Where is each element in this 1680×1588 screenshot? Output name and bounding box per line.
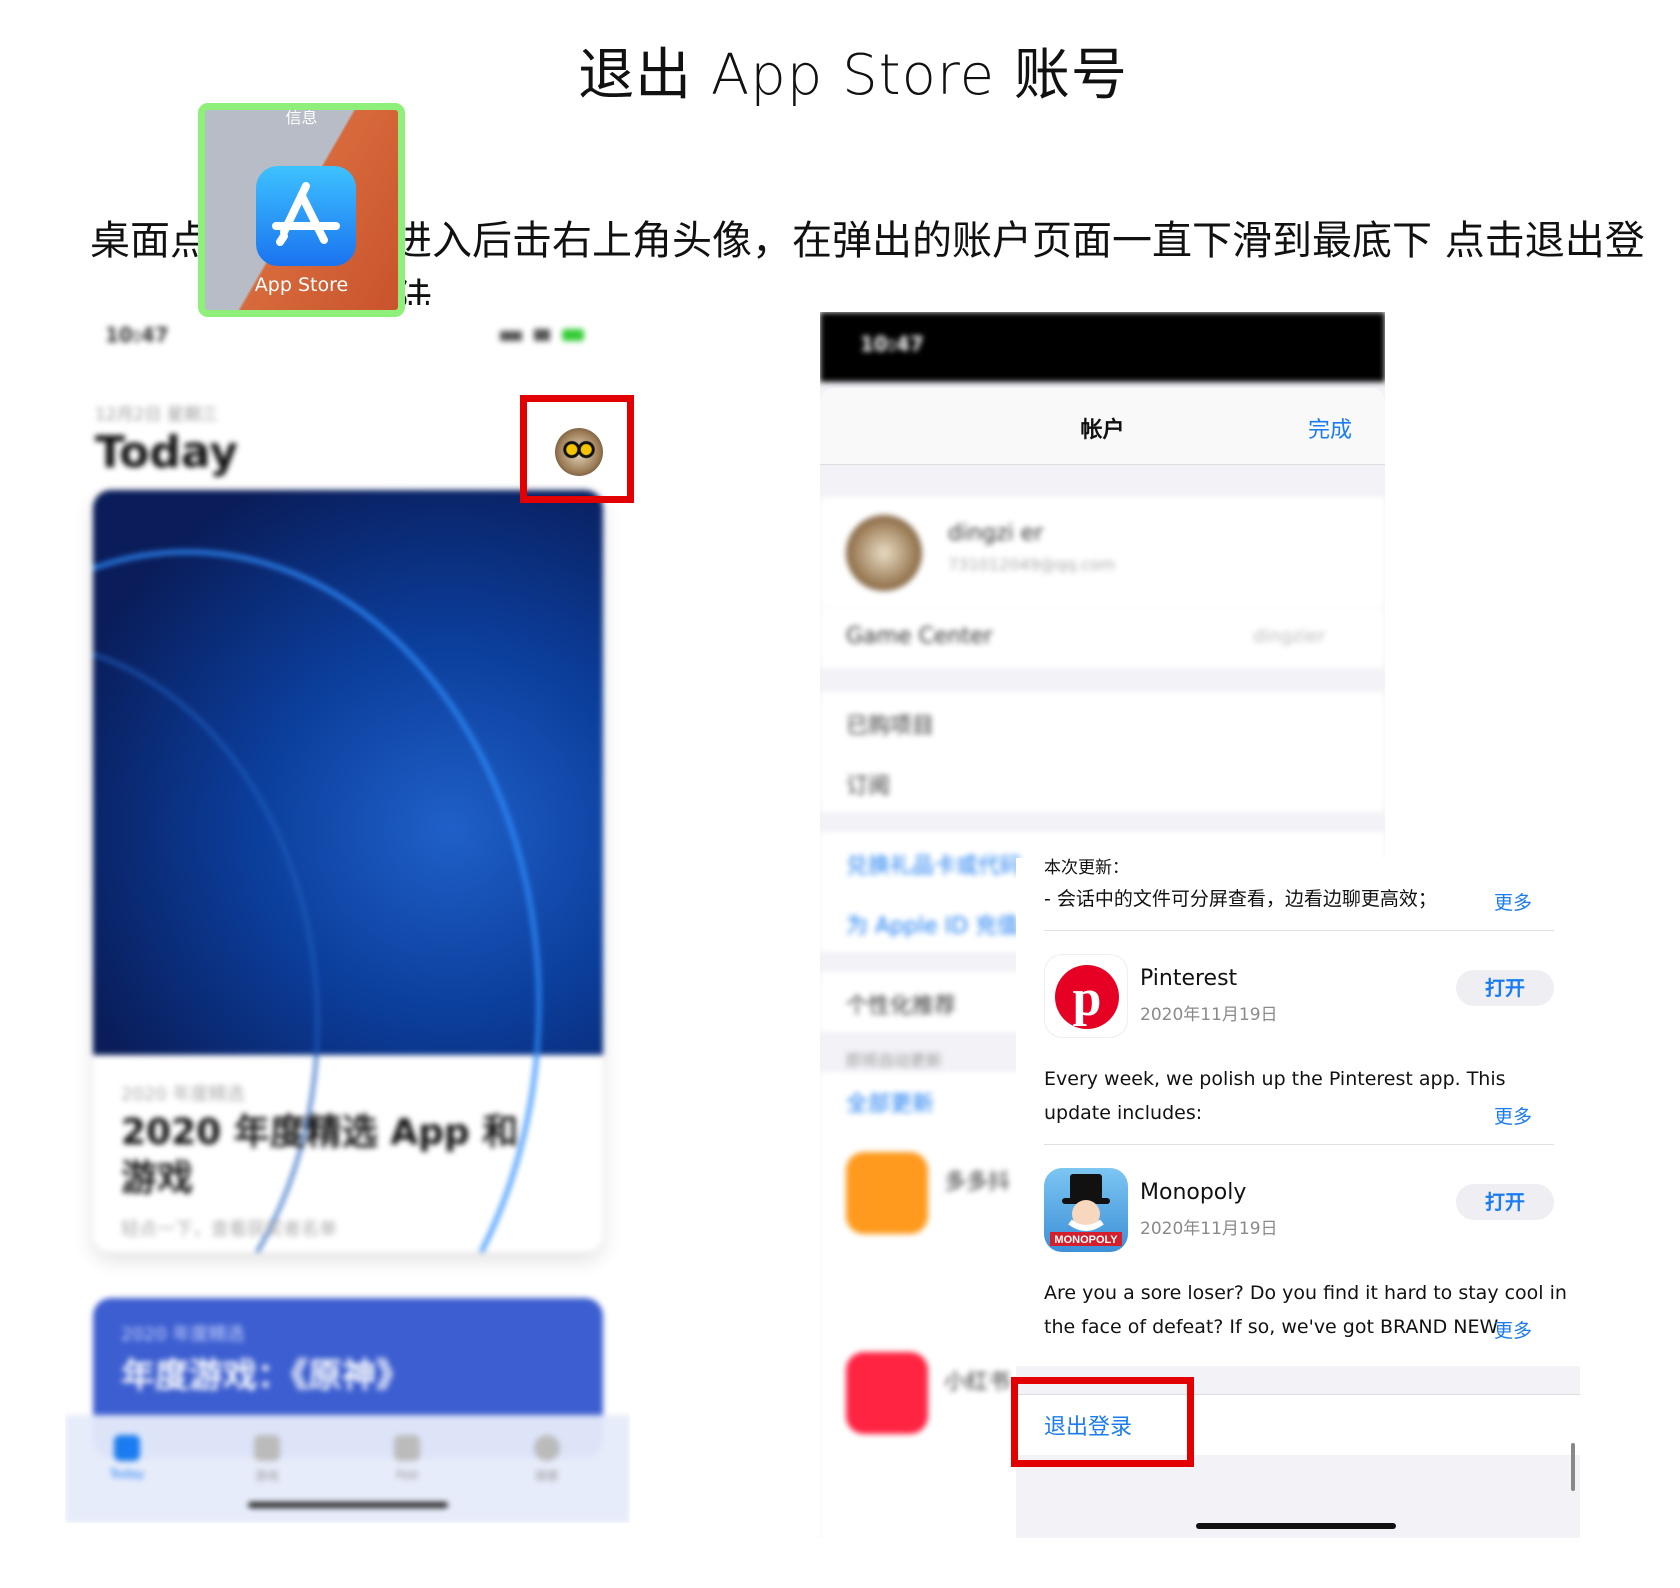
profile-email: 731012049@qq.com (948, 555, 1116, 574)
release-notes-line: the face of defeat? If so, we've got BRA… (1044, 1316, 1499, 1338)
tab-label: 游戏 (254, 1469, 279, 1483)
release-notes-line: - 会话中的文件可分屏查看，边看边聊更高效； (1044, 888, 1437, 910)
open-button[interactable]: 打开 (1456, 970, 1554, 1006)
update-all-link[interactable]: 全部更新 (846, 1086, 934, 1118)
monopoly-app-icon: MONOPOLY (1044, 1168, 1128, 1252)
tab-label: Today (109, 1467, 145, 1481)
open-button[interactable]: 打开 (1456, 1184, 1554, 1220)
subscriptions-row[interactable]: 订阅 (846, 768, 890, 800)
logout-highlight-box (1011, 1377, 1194, 1467)
profile-avatar (846, 515, 922, 591)
app-store-tile[interactable]: 信息 App Store (198, 103, 405, 317)
page-title: 退出 App Store 账号 (578, 43, 1128, 108)
app-date: 2020年11月19日 (1140, 1219, 1278, 1239)
today-heading: Today (95, 427, 238, 478)
divider (1044, 1144, 1554, 1145)
app-date: 2020年11月19日 (1140, 1005, 1278, 1025)
divider (1044, 930, 1554, 931)
tile-top-label: 信息 (285, 108, 318, 127)
add-funds-link[interactable]: 为 Apple ID 充值 (846, 908, 1019, 940)
more-link[interactable]: 更多 (1494, 1102, 1532, 1129)
today-date: 12月2日 星期三 (95, 405, 218, 425)
featured-card-subtitle: 2020 年度精选 (121, 1084, 245, 1105)
more-link[interactable]: 更多 (1494, 888, 1532, 915)
tab-games[interactable]: 游戏 (227, 1435, 307, 1484)
home-indicator (248, 1502, 448, 1508)
section-header: 即将自动更新 (846, 1051, 943, 1070)
featured-card-footer: 轻点一下，查看获奖者名单 (121, 1219, 337, 1240)
more-link[interactable]: 更多 (1494, 1316, 1532, 1343)
app-store-icon (256, 166, 356, 266)
row-label: Game Center (846, 624, 993, 649)
purchased-row[interactable]: 已购项目 (846, 708, 934, 740)
release-notes-head: 本次更新： (1044, 858, 1129, 878)
app-name: Monopoly (1140, 1180, 1247, 1205)
tab-label: 搜索 (534, 1469, 559, 1483)
release-notes-line: update includes: (1044, 1102, 1203, 1124)
game-card-subtitle: 2020 年度精选 (121, 1324, 245, 1345)
tile-label: App Store (254, 274, 349, 296)
redeem-link[interactable]: 兑换礼品卡或代码 (846, 848, 1022, 880)
game-card-title: 年度游戏：《原神》 (121, 1356, 410, 1396)
release-notes-line: Every week, we polish up the Pinterest a… (1044, 1068, 1506, 1090)
profile-name: dingzi er (948, 521, 1044, 546)
status-time: 10:47 (105, 323, 169, 347)
pinterest-app-icon: p (1044, 954, 1128, 1038)
app-icon (846, 1152, 928, 1234)
svg-text:p: p (1073, 970, 1102, 1027)
app-name: 多多抖 (944, 1170, 1011, 1195)
tab-apps[interactable]: App (367, 1435, 447, 1481)
tab-today[interactable]: Today (87, 1435, 167, 1481)
avatar-highlight-box (520, 395, 634, 503)
scrollbar[interactable] (1571, 1443, 1575, 1491)
featured-card-image (93, 490, 603, 1252)
app-name: 小红书 (944, 1370, 1011, 1395)
search-icon (534, 1435, 560, 1461)
release-notes-line: Are you a sore loser? Do you find it har… (1044, 1282, 1567, 1304)
tab-search[interactable]: 搜索 (507, 1435, 587, 1484)
app-icon (846, 1352, 928, 1434)
featured-card-title: 2020 年度精选 App 和游戏 (121, 1112, 519, 1199)
app-name: Pinterest (1140, 966, 1238, 991)
apps-stack-icon (394, 1435, 420, 1461)
profile-row[interactable]: dingzi er 731012049@qq.com (820, 497, 1385, 607)
svg-text:MONOPOLY: MONOPOLY (1054, 1234, 1118, 1246)
featured-card[interactable]: 2020 年度精选 2020 年度精选 App 和游戏 轻点一下，查看获奖者名单 (93, 490, 603, 1252)
game-center-row[interactable]: Game Center dingzier (820, 608, 1385, 668)
purchases-group: 已购项目 订阅 (820, 692, 1385, 812)
row-label: 个性化推荐 (846, 994, 957, 1019)
tab-label: App (395, 1467, 419, 1481)
rocket-icon (254, 1435, 280, 1461)
today-icon (114, 1435, 140, 1461)
row-value: dingzier (1252, 626, 1325, 647)
status-icons (500, 329, 584, 341)
home-indicator (1196, 1523, 1396, 1529)
